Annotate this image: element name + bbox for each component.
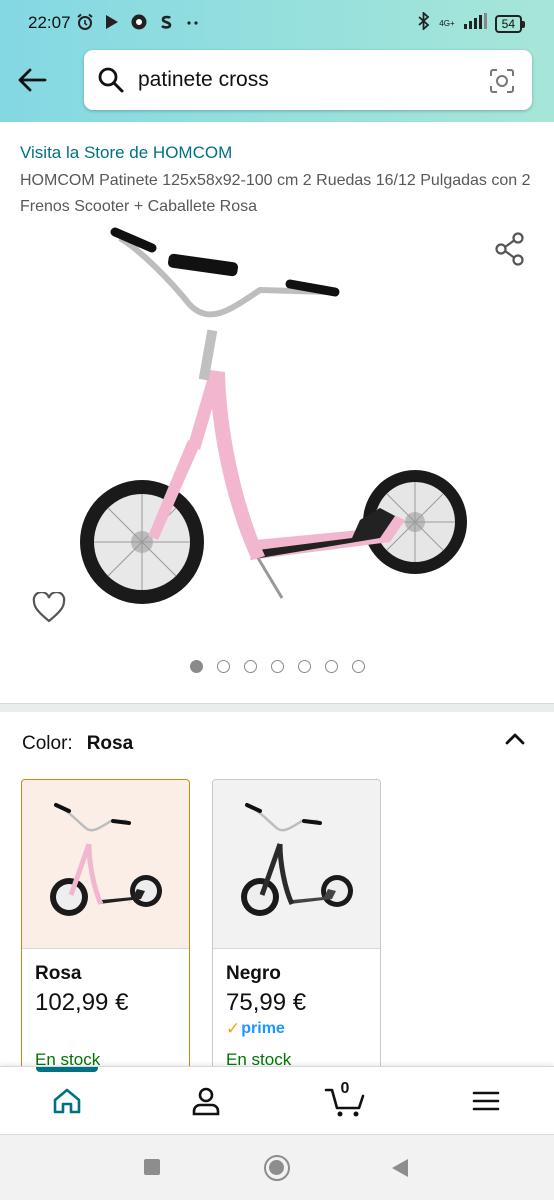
color-label: Color:: [22, 733, 73, 754]
carousel-dot[interactable]: [190, 660, 203, 673]
system-navigation-bar: [0, 1134, 554, 1200]
back-system-button[interactable]: [392, 1159, 408, 1177]
app-header: 22:07 4G+ 54 patinete cross: [0, 0, 554, 122]
selected-color: Rosa: [86, 733, 134, 754]
search-input[interactable]: patinete cross: [138, 68, 269, 92]
nav-cart[interactable]: 0: [324, 1080, 368, 1119]
swatch-name: Negro: [226, 963, 281, 984]
search-icon: [97, 66, 125, 99]
swatch-image: [22, 780, 189, 948]
color-option-negro[interactable]: Negro 75,99 € ✓ prime En stock: [212, 779, 381, 1079]
status-time: 22:07: [28, 13, 71, 32]
status-right: 4G+ 54: [417, 10, 526, 35]
alarm-icon: [76, 13, 94, 31]
search-bar[interactable]: patinete cross: [84, 50, 532, 110]
prime-badge: ✓ prime: [226, 1019, 380, 1039]
bluetooth-icon: [417, 10, 431, 35]
s-app-icon: [157, 13, 175, 31]
carousel-dot[interactable]: [325, 660, 338, 673]
back-button[interactable]: [14, 62, 50, 98]
carousel-dot[interactable]: [352, 660, 365, 673]
arrow-left-icon: [18, 68, 47, 92]
carousel-dot[interactable]: [217, 660, 230, 673]
battery-icon: 54: [494, 14, 526, 33]
more-notifications-icon: [184, 13, 202, 31]
scooter-thumbnail: [49, 803, 162, 916]
notification-icons: [76, 13, 202, 31]
section-divider: [0, 703, 554, 712]
nav-menu[interactable]: [466, 1083, 506, 1119]
home-icon: [53, 1088, 81, 1114]
status-bar: 22:07 4G+ 54: [0, 0, 554, 46]
color-option-rosa[interactable]: Rosa 102,99 € En stock: [21, 779, 190, 1079]
swatch-image: [213, 780, 380, 948]
active-tab-indicator: [36, 1067, 98, 1072]
user-icon: [192, 1087, 220, 1116]
product-title: HOMCOM Patinete 125x58x92-100 cm 2 Rueda…: [20, 172, 531, 215]
scooter-thumbnail: [240, 803, 353, 916]
nav-home[interactable]: [47, 1083, 87, 1119]
recents-button[interactable]: [144, 1159, 160, 1175]
carousel-dot[interactable]: [244, 660, 257, 673]
chrome-icon: [130, 13, 148, 31]
camera-search-icon[interactable]: [488, 67, 516, 100]
carousel-dot[interactable]: [298, 660, 311, 673]
swatch-info: Rosa 102,99 €: [22, 948, 189, 1017]
image-carousel-indicator: [190, 660, 365, 673]
network-type: 4G+: [439, 19, 455, 28]
menu-icon: [472, 1091, 500, 1111]
color-selector-header: Color: Rosa: [22, 733, 133, 755]
signal-icon: [463, 13, 487, 34]
chevron-up-icon[interactable]: [504, 728, 526, 755]
wishlist-heart-icon[interactable]: [32, 590, 66, 629]
play-store-icon: [103, 13, 121, 31]
swatch-info: Negro 75,99 € ✓ prime: [213, 948, 380, 1039]
bottom-navigation: 0: [0, 1066, 554, 1134]
swatch-price: 75,99 €: [226, 989, 307, 1016]
cart-count: 0: [340, 1080, 350, 1097]
swatch-name: Rosa: [35, 963, 82, 984]
product-image[interactable]: [60, 220, 500, 640]
swatch-price: 102,99 €: [35, 989, 129, 1016]
home-button[interactable]: [264, 1155, 290, 1181]
store-link[interactable]: Visita la Store de HOMCOM: [20, 143, 232, 163]
nav-account[interactable]: [186, 1083, 226, 1119]
prime-label: prime: [241, 1020, 285, 1037]
prime-check-icon: ✓: [226, 1019, 241, 1038]
carousel-dot[interactable]: [271, 660, 284, 673]
